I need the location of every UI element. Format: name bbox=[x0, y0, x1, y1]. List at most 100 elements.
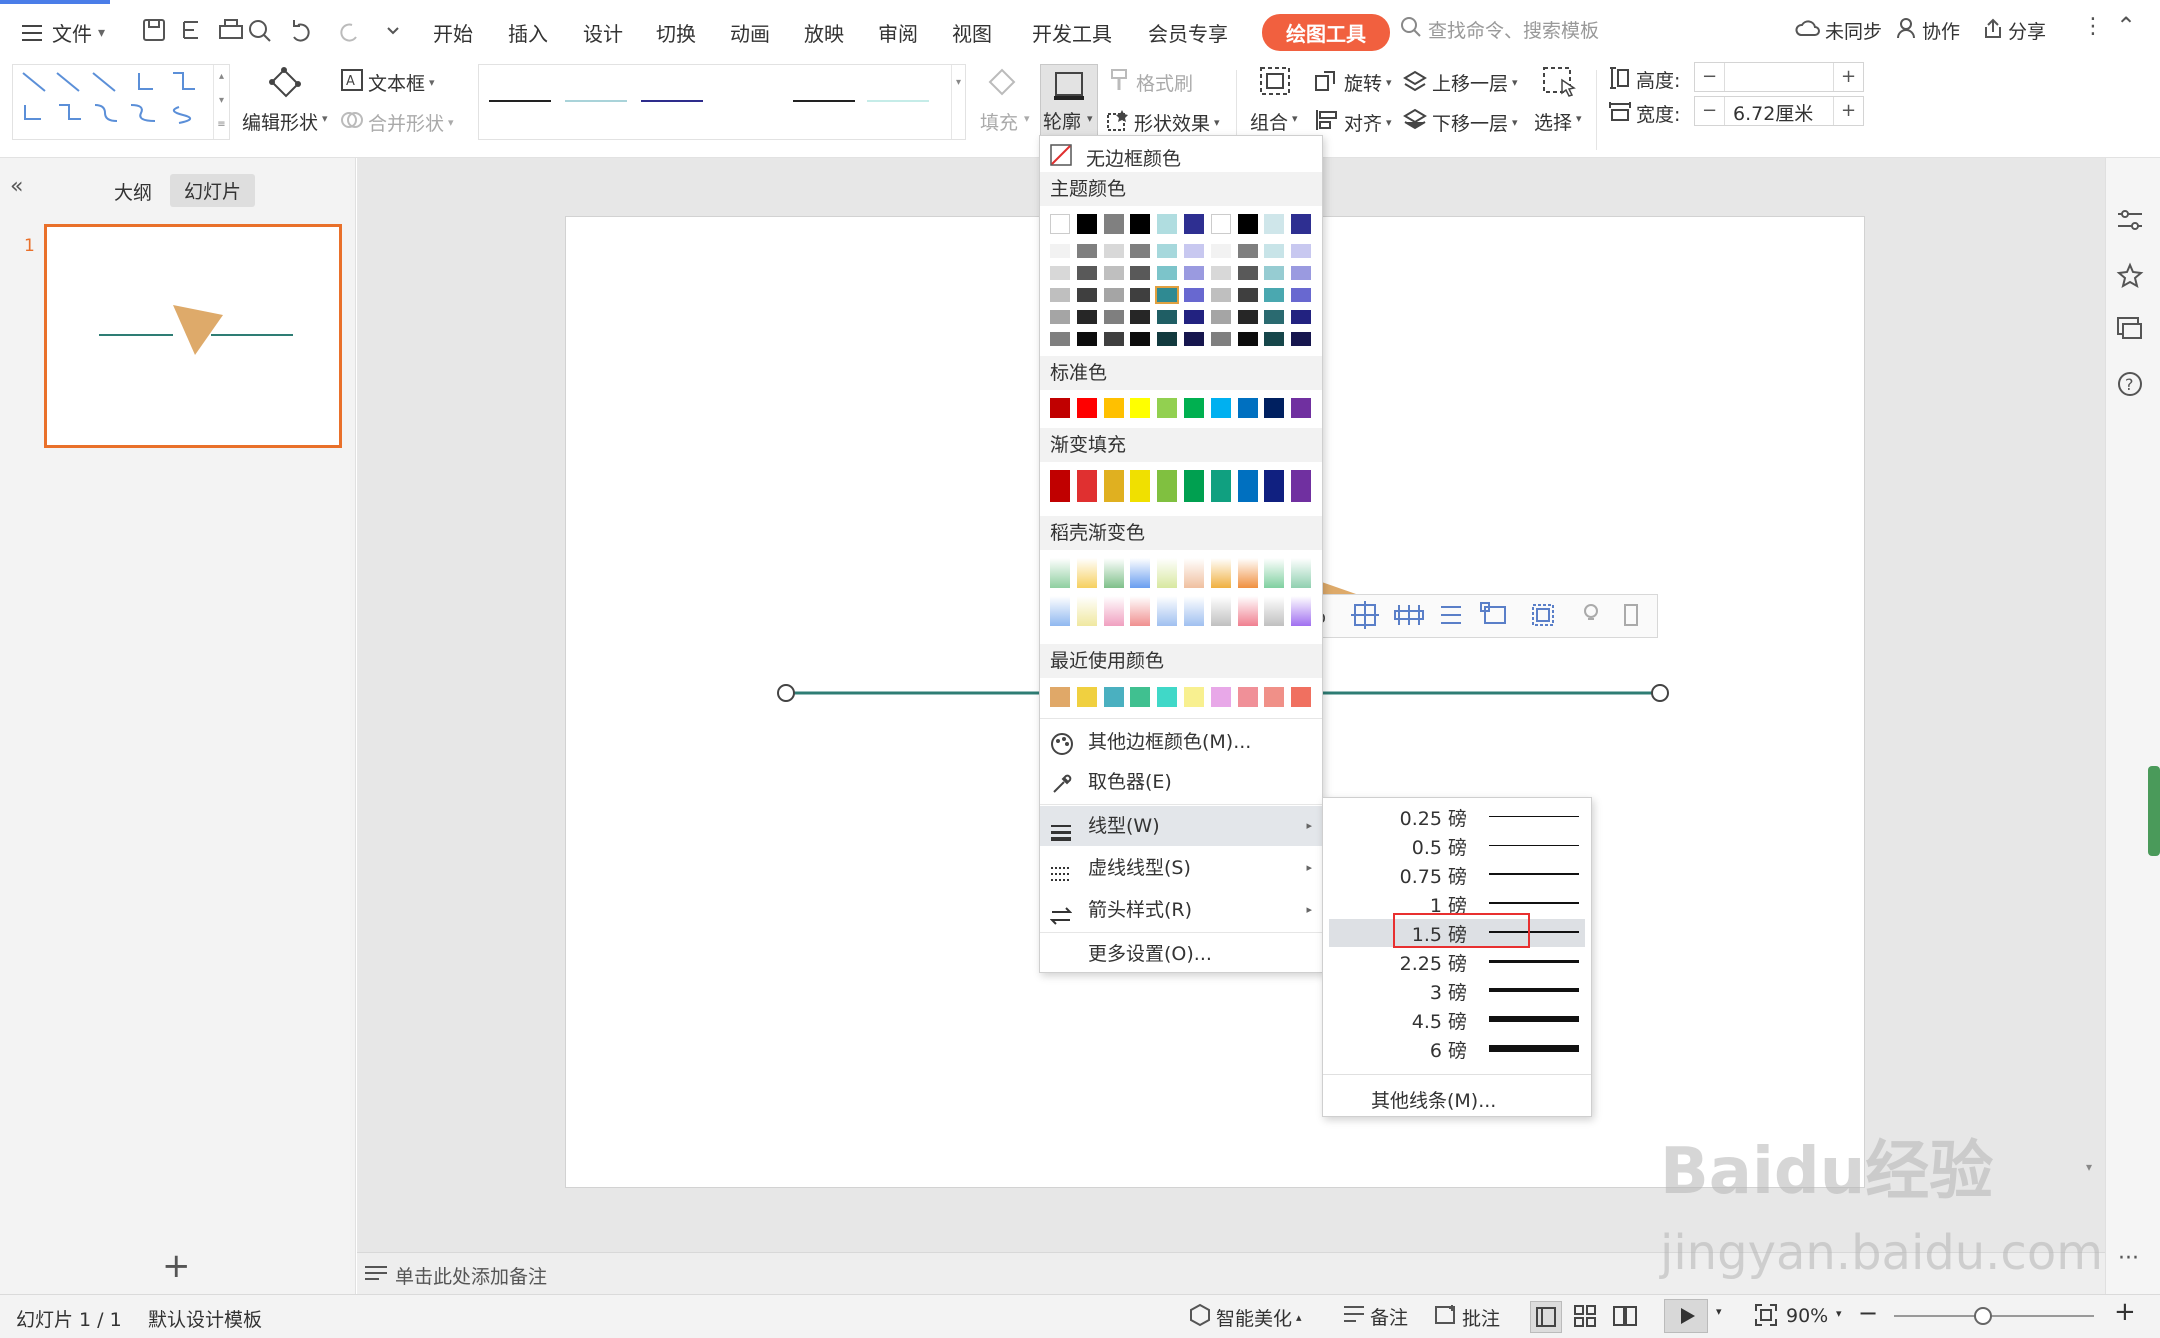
standard-color-swatch[interactable] bbox=[1130, 398, 1151, 418]
reading-view-icon[interactable] bbox=[1612, 1303, 1638, 1334]
scroll-down-icon[interactable]: ▾ bbox=[2086, 1160, 2092, 1174]
theme-shade-swatch[interactable] bbox=[1130, 266, 1151, 280]
recent-color-swatch[interactable] bbox=[1237, 687, 1258, 707]
tab-developer[interactable]: 开发工具 bbox=[1032, 18, 1112, 47]
docer-gradient-swatch[interactable] bbox=[1050, 558, 1070, 588]
line-weight-option[interactable]: 0.75 磅 bbox=[1329, 860, 1585, 889]
theme-shade-swatch[interactable] bbox=[1076, 332, 1097, 346]
tab-insert[interactable]: 插入 bbox=[508, 18, 548, 47]
customize-toolbar-icon[interactable] bbox=[382, 16, 410, 44]
theme-shade-swatch[interactable] bbox=[1076, 266, 1097, 280]
tab-member[interactable]: 会员专享 bbox=[1148, 18, 1228, 47]
tab-design[interactable]: 设计 bbox=[583, 18, 623, 47]
theme-shade-swatch[interactable] bbox=[1184, 266, 1204, 280]
format-painter-button[interactable]: 格式刷 bbox=[1108, 68, 1193, 97]
line-weight-option[interactable]: 4.5 磅 bbox=[1329, 1005, 1585, 1034]
theme-shade-swatch[interactable] bbox=[1264, 266, 1285, 280]
gradient-swatch[interactable] bbox=[1157, 470, 1178, 502]
theme-color-swatch[interactable] bbox=[1184, 214, 1204, 234]
theme-shade-swatch[interactable] bbox=[1237, 310, 1258, 324]
line-type-option[interactable]: 线型(W) ▸ bbox=[1040, 806, 1322, 846]
theme-shade-swatch[interactable] bbox=[1050, 266, 1070, 280]
distribute-horizontal-icon[interactable] bbox=[1392, 598, 1424, 634]
standard-color-swatch[interactable] bbox=[1184, 398, 1204, 418]
docer-gradient-swatch[interactable] bbox=[1050, 596, 1070, 626]
save-icon[interactable] bbox=[140, 16, 168, 44]
docer-gradient-swatch[interactable] bbox=[1237, 596, 1258, 626]
collapse-ribbon-icon[interactable]: ⌃ bbox=[2116, 12, 2136, 40]
theme-shade-swatch[interactable] bbox=[1130, 310, 1151, 324]
theme-shade-swatch[interactable] bbox=[1076, 310, 1097, 324]
theme-shade-swatch[interactable] bbox=[1291, 266, 1312, 280]
undo-icon[interactable] bbox=[292, 16, 320, 44]
docer-gradient-swatch[interactable] bbox=[1157, 558, 1178, 588]
group-button[interactable] bbox=[1250, 64, 1300, 103]
gradient-swatch[interactable] bbox=[1103, 470, 1124, 502]
width-decrement-button[interactable]: − bbox=[1695, 97, 1725, 125]
textbox-button[interactable]: A 文本框 ▾ bbox=[340, 68, 435, 97]
docer-gradient-swatch[interactable] bbox=[1184, 558, 1204, 588]
more-menu-icon[interactable]: ⋮ bbox=[2082, 14, 2104, 39]
theme-shade-swatch[interactable] bbox=[1103, 244, 1124, 258]
theme-shade-swatch[interactable] bbox=[1076, 244, 1097, 258]
tab-transition[interactable]: 切换 bbox=[656, 18, 696, 47]
zoom-value[interactable]: 90% bbox=[1786, 1305, 1828, 1327]
docer-gradient-swatch[interactable] bbox=[1103, 558, 1124, 588]
theme-shade-swatch[interactable] bbox=[1237, 266, 1258, 280]
file-menu[interactable]: 文件 ▾ bbox=[22, 18, 105, 47]
theme-shade-swatch[interactable] bbox=[1184, 288, 1204, 302]
line-weight-option[interactable]: 0.5 磅 bbox=[1329, 831, 1585, 860]
theme-shade-swatch[interactable] bbox=[1291, 310, 1312, 324]
theme-shade-swatch[interactable] bbox=[1210, 332, 1231, 346]
theme-shade-swatch[interactable] bbox=[1210, 244, 1231, 258]
no-border-option[interactable]: 无边框颜色 bbox=[1050, 144, 1181, 171]
help-icon[interactable]: ? bbox=[2116, 370, 2144, 403]
recent-color-swatch[interactable] bbox=[1291, 687, 1312, 707]
play-slideshow-icon[interactable] bbox=[1664, 1299, 1708, 1333]
docer-gradient-swatch[interactable] bbox=[1291, 558, 1312, 588]
theme-color-swatch[interactable] bbox=[1130, 214, 1151, 234]
outline-button[interactable]: 轮廓 ▾ bbox=[1040, 64, 1098, 140]
normal-view-icon[interactable] bbox=[1530, 1301, 1562, 1333]
edit-shape-button[interactable] bbox=[242, 64, 326, 105]
theme-color-swatch[interactable] bbox=[1291, 214, 1312, 234]
theme-color-swatch[interactable] bbox=[1210, 214, 1231, 234]
docer-gradient-swatch[interactable] bbox=[1264, 596, 1285, 626]
tab-drawing-tools[interactable]: 绘图工具 bbox=[1262, 14, 1390, 51]
play-chevron-icon[interactable]: ▾ bbox=[1716, 1305, 1722, 1318]
docer-gradient-swatch[interactable] bbox=[1291, 596, 1312, 626]
zoom-slider-thumb[interactable] bbox=[1974, 1307, 1992, 1325]
crop-icon[interactable] bbox=[1476, 598, 1508, 634]
theme-shade-swatch[interactable] bbox=[1264, 310, 1285, 324]
gradient-swatch[interactable] bbox=[1184, 470, 1204, 502]
docer-gradient-swatch[interactable] bbox=[1210, 596, 1231, 626]
theme-shade-swatch[interactable] bbox=[1157, 266, 1178, 280]
shape-effect-button[interactable]: 形状效果 ▾ bbox=[1106, 108, 1220, 137]
height-decrement-button[interactable]: − bbox=[1695, 63, 1725, 91]
standard-color-swatch[interactable] bbox=[1103, 398, 1124, 418]
tab-view[interactable]: 视图 bbox=[952, 18, 992, 47]
docer-gradient-swatch[interactable] bbox=[1157, 596, 1178, 626]
recent-color-swatch[interactable] bbox=[1130, 687, 1151, 707]
theme-shade-swatch[interactable] bbox=[1157, 310, 1178, 324]
send-backward-button[interactable]: 下移一层 ▾ bbox=[1402, 108, 1518, 137]
theme-shade-swatch[interactable] bbox=[1210, 288, 1231, 302]
tab-animation[interactable]: 动画 bbox=[730, 18, 770, 47]
theme-shade-swatch[interactable] bbox=[1264, 244, 1285, 258]
tab-outline[interactable]: 大纲 bbox=[114, 178, 152, 205]
dash-type-option[interactable]: 虚线线型(S) ▸ bbox=[1040, 848, 1322, 888]
line-weight-option[interactable]: 6 磅 bbox=[1329, 1034, 1585, 1063]
docer-gradient-swatch[interactable] bbox=[1264, 558, 1285, 588]
theme-shade-swatch[interactable] bbox=[1157, 332, 1178, 346]
search-box[interactable]: 查找命令、搜索模板 bbox=[1400, 16, 1599, 43]
collapse-panel-icon[interactable]: « bbox=[10, 174, 23, 199]
rotate-button[interactable]: 旋转 ▾ bbox=[1314, 68, 1392, 97]
arrow-style-option[interactable]: 箭头样式(R) ▸ bbox=[1040, 890, 1322, 930]
connector-shapes-gallery[interactable]: ▴ ▾ ≡ bbox=[12, 64, 230, 140]
gradient-swatch[interactable] bbox=[1264, 470, 1285, 502]
add-slide-button[interactable]: + bbox=[162, 1246, 191, 1286]
docer-gradient-swatch[interactable] bbox=[1210, 558, 1231, 588]
print-preview-icon[interactable] bbox=[254, 16, 282, 44]
docer-gradient-swatch[interactable] bbox=[1130, 558, 1151, 588]
object-grouping-icon[interactable] bbox=[1352, 598, 1384, 634]
